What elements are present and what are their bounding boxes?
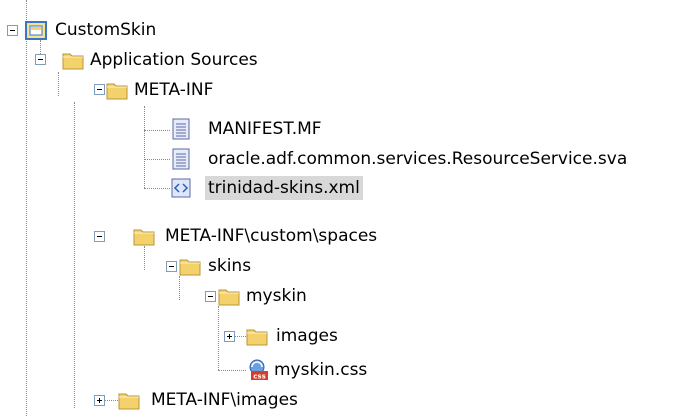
tree-guide-line [144, 130, 170, 131]
tree-item-meta-inf-images[interactable]: META-INF\images [148, 388, 301, 412]
tree-item-custom-spaces[interactable]: META-INF\custom\spaces [162, 224, 380, 248]
tree-guide-line [58, 72, 59, 96]
folder-icon [133, 229, 155, 246]
xml-file-icon [171, 178, 191, 198]
tree-item-customskin[interactable]: CustomSkin [52, 18, 159, 42]
text-file-icon [172, 148, 190, 170]
project-tree: CustomSkin Application Sources META-INF … [0, 0, 689, 416]
collapse-toggle[interactable] [7, 25, 18, 36]
expand-toggle[interactable] [224, 331, 235, 342]
folder-icon [62, 53, 84, 70]
tree-guide-line [74, 102, 75, 408]
collapse-toggle[interactable] [94, 231, 105, 242]
tree-item-skins[interactable]: skins [205, 254, 254, 278]
tree-item-application-sources[interactable]: Application Sources [87, 48, 261, 72]
tree-guide-line [104, 400, 118, 401]
css-file-icon: css [249, 359, 268, 381]
collapse-toggle[interactable] [35, 54, 46, 65]
tree-guide-line [218, 306, 219, 370]
tree-item-images[interactable]: images [273, 324, 341, 348]
folder-icon [179, 259, 201, 276]
tree-guide-line [26, 0, 27, 416]
tree-item-meta-inf[interactable]: META-INF [131, 78, 216, 102]
tree-guide-line [179, 276, 180, 300]
svg-text:css: css [253, 373, 265, 381]
tree-item-manifest[interactable]: MANIFEST.MF [205, 117, 325, 141]
folder-icon [106, 83, 128, 100]
collapse-toggle[interactable] [94, 84, 105, 95]
tree-item-myskin-css[interactable]: myskin.css [271, 358, 370, 382]
tree-item-resource-service[interactable]: oracle.adf.common.services.ResourceServi… [205, 147, 630, 171]
folder-icon [246, 329, 268, 346]
expand-toggle[interactable] [94, 395, 105, 406]
tree-item-myskin[interactable]: myskin [243, 284, 310, 308]
tree-guide-line [218, 370, 246, 371]
folder-icon [218, 289, 240, 306]
tree-item-trinidad-skins[interactable]: trinidad-skins.xml [205, 176, 363, 200]
text-file-icon [172, 118, 190, 140]
tree-guide-line [144, 106, 145, 188]
tree-guide-line [144, 159, 170, 160]
collapse-toggle[interactable] [205, 291, 216, 302]
collapse-toggle[interactable] [166, 261, 177, 272]
project-icon [25, 21, 47, 40]
tree-guide-line [144, 188, 170, 189]
tree-guide-line [144, 246, 145, 270]
folder-icon [118, 393, 140, 410]
